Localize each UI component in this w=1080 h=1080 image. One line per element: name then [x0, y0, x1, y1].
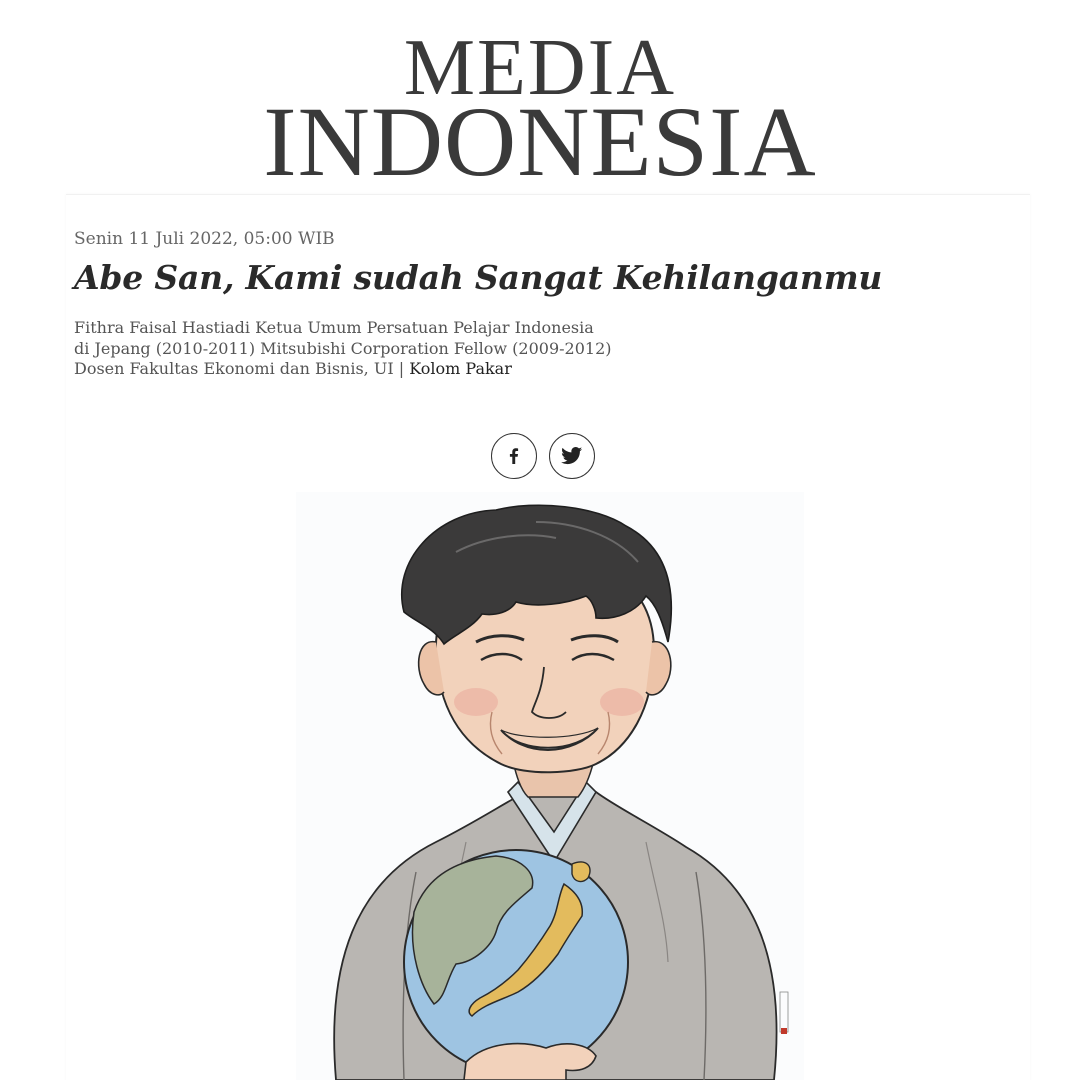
byline-author: Fithra Faisal Hastiadi Ketua Umum Persat…	[74, 318, 612, 378]
logo-line-indonesia: INDONESIA	[263, 86, 817, 197]
byline-separator: |	[398, 359, 405, 378]
article-illustration	[296, 492, 804, 1080]
share-buttons	[491, 433, 601, 483]
site-logo[interactable]: MEDIA INDONESIA	[263, 28, 817, 197]
article-title: Abe San, Kami sudah Sangat Kehilanganmu	[74, 258, 883, 297]
facebook-icon	[509, 448, 519, 464]
caricature-illustration	[333, 504, 789, 1080]
facebook-share-button[interactable]	[491, 433, 537, 479]
category-link[interactable]: Kolom Pakar	[409, 359, 512, 378]
article-dateline: Senin 11 Juli 2022, 05:00 WIB	[74, 229, 335, 249]
masthead: MEDIA INDONESIA	[0, 28, 1080, 197]
twitter-share-button[interactable]	[549, 433, 595, 479]
article-byline: Fithra Faisal Hastiadi Ketua Umum Persat…	[74, 318, 614, 380]
twitter-icon	[561, 447, 583, 465]
